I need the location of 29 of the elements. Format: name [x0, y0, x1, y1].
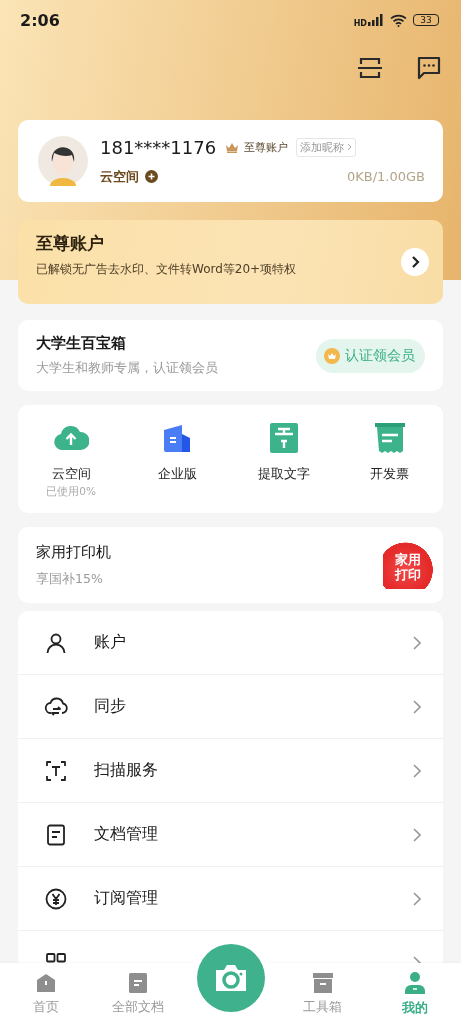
menu-label: 账户 [94, 632, 127, 653]
printer-badge[interactable]: 家用 打印 [383, 541, 433, 589]
card-subtitle: 享国补15% [36, 570, 104, 588]
tool-label[interactable]: 提取文字 [257, 465, 310, 483]
tool-label[interactable]: 企业版 [157, 465, 197, 483]
clock-time: 2:06 [20, 10, 60, 30]
menu-item[interactable]: 同步 [18, 674, 443, 738]
membership-title: 至尊账户 [36, 232, 105, 255]
menu-label: 文档管理 [94, 824, 159, 845]
membership-label: 至尊账户 [244, 139, 289, 155]
menu-item[interactable]: 文档管理 [18, 802, 443, 866]
card-title: 大学生百宝箱 [36, 334, 127, 353]
menu-item[interactable]: 扫描服务 [18, 738, 443, 802]
menu-item[interactable]: 订阅管理 [18, 866, 443, 930]
usage-note: 已使用0% [46, 485, 96, 499]
network-label: HD [353, 18, 367, 28]
card-title: 家用打印机 [36, 542, 112, 562]
phone-number: 181****1176 [100, 136, 217, 158]
tool-label[interactable]: 云空间 [51, 465, 91, 483]
menu-label: 订阅管理 [94, 888, 159, 909]
battery-level: 33 [413, 14, 439, 26]
cloud-space-label: 云空间 [100, 167, 139, 186]
tool-label[interactable]: 开发票 [370, 465, 410, 483]
menu-label: 同步 [94, 696, 127, 717]
menu-label: 扫描服务 [94, 760, 159, 781]
menu-item[interactable]: 账户 [18, 611, 443, 674]
membership-benefits: 已解锁无广告去水印、文件转Word等20+项特权 [36, 261, 298, 278]
storage-usage: 0KB/1.00GB [346, 169, 425, 184]
card-subtitle: 大学生和教师专属，认证领会员 [36, 360, 219, 377]
